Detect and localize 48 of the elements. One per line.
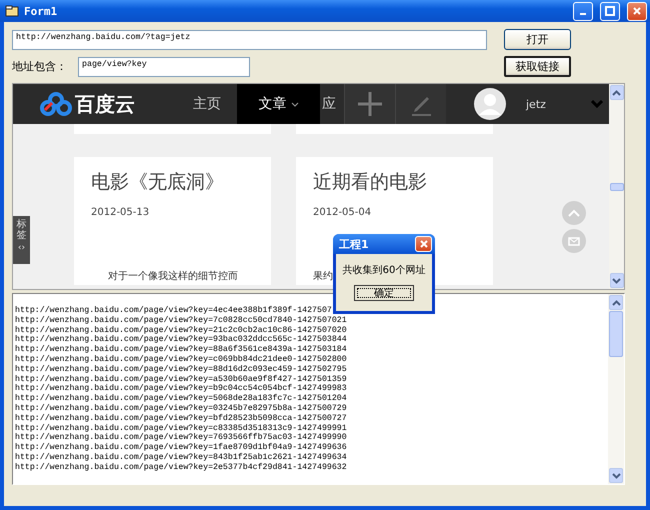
dialog-message: 共收集到60个网址 xyxy=(342,264,426,277)
ok-button[interactable]: 确定 xyxy=(354,285,414,301)
envelope-icon xyxy=(568,236,580,246)
maximize-icon xyxy=(605,6,615,16)
chevron-up-icon xyxy=(568,209,580,217)
nav-tab[interactable]: 主页 xyxy=(177,84,237,124)
scroll-down-icon xyxy=(612,278,621,284)
maximize-button[interactable] xyxy=(600,2,620,20)
close-button[interactable] xyxy=(627,2,647,20)
scrollbar[interactable] xyxy=(608,294,624,484)
nav-tab[interactable]: 应 xyxy=(320,84,344,124)
chevron-down-icon[interactable] xyxy=(591,100,603,108)
user-name[interactable]: jetz xyxy=(526,98,591,110)
scrollbar[interactable] xyxy=(609,84,624,289)
close-icon xyxy=(418,239,428,249)
url-field[interactable]: http://wenzhang.baidu.com/?tag=jetz xyxy=(12,30,487,50)
filter-label: 地址包含： xyxy=(12,59,68,74)
dialog-title: 工程1 xyxy=(339,236,369,252)
article-title: 电影《无底洞》 xyxy=(91,170,225,195)
logo-text: 百度云 xyxy=(75,90,135,118)
open-button[interactable]: 打开 xyxy=(504,29,571,50)
avatar-icon[interactable] xyxy=(474,88,506,120)
article-date: 2012-05-13 xyxy=(91,207,150,218)
article-date: 2012-05-04 xyxy=(313,207,372,218)
nav-tab[interactable]: 文章 xyxy=(237,84,320,124)
tags-tab[interactable]: 标签 ‹› xyxy=(13,216,30,264)
plus-icon xyxy=(356,90,384,118)
close-icon xyxy=(632,6,642,16)
fetch-links-button[interactable]: 获取链接 xyxy=(504,56,571,77)
window-icon xyxy=(5,5,19,17)
add-button[interactable] xyxy=(344,84,395,124)
scroll-thumb[interactable] xyxy=(609,311,623,357)
scroll-up-icon xyxy=(612,300,620,306)
write-button[interactable] xyxy=(395,84,446,124)
close-button[interactable] xyxy=(415,236,432,252)
back-to-top-button[interactable] xyxy=(562,201,586,225)
scroll-thumb[interactable] xyxy=(610,182,624,190)
article-excerpt: 对于一个像我这样的细节控而 xyxy=(107,270,238,283)
mail-button[interactable] xyxy=(562,229,586,253)
cloud-logo-icon xyxy=(39,92,73,116)
scroll-down-icon xyxy=(612,472,620,478)
article-title: 近期看的电影 xyxy=(313,170,428,195)
window-title: Form1 xyxy=(24,4,58,18)
filter-field[interactable]: page/view?key xyxy=(78,56,250,76)
article-excerpt: 果约 xyxy=(313,270,333,283)
minimize-button[interactable] xyxy=(573,2,593,20)
scroll-up-icon xyxy=(612,90,621,96)
article-card[interactable]: 电影《无底洞》 2012-05-13 对于一个像我这样的细节控而 xyxy=(74,157,271,285)
